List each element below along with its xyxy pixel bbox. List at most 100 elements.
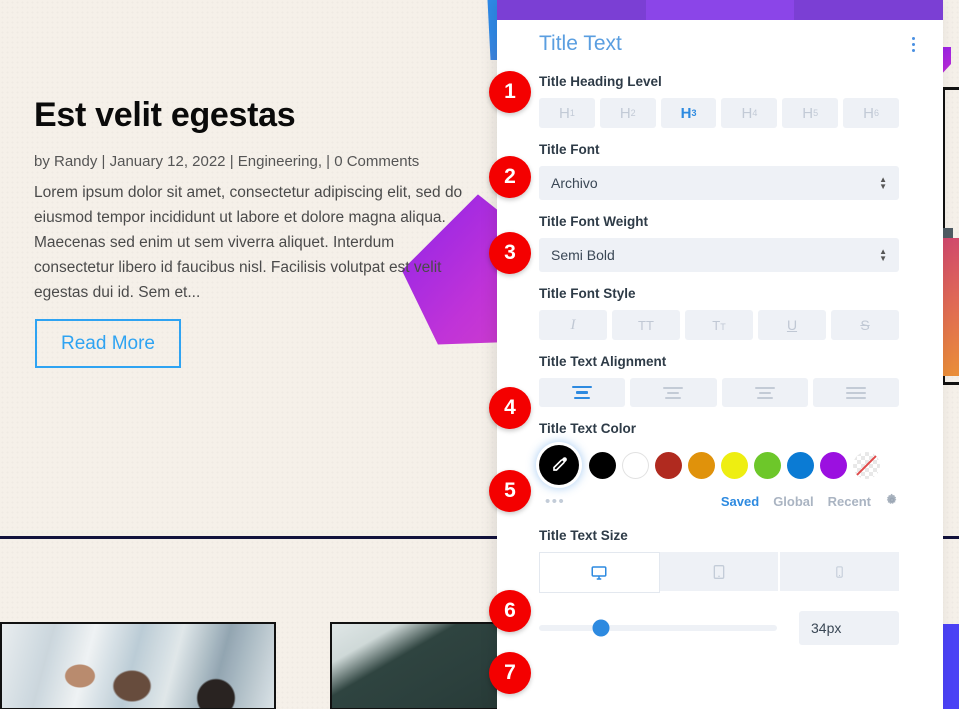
label-title-font-weight: Title Font Weight: [539, 214, 648, 229]
swatch-purple[interactable]: [820, 451, 847, 479]
underline-icon: U: [786, 317, 798, 333]
label-title-heading-level: Title Heading Level: [539, 74, 662, 89]
post-title: Est velit egestas: [34, 96, 296, 134]
label-title-text-alignment: Title Text Alignment: [539, 354, 667, 369]
text-size-slider-row: 34px: [539, 611, 899, 645]
h1-letter: H: [558, 104, 570, 122]
blog-post-preview: Est velit egestas by Randy | January 12,…: [34, 96, 464, 305]
heading-level-h5[interactable]: H5: [782, 98, 839, 128]
slider-handle[interactable]: [592, 619, 610, 637]
color-palette-footer: ••• Saved Global Recent: [539, 493, 899, 510]
more-dots-icon[interactable]: •••: [539, 493, 565, 510]
swatch-white[interactable]: [622, 451, 649, 479]
callout-badge-2: 2: [489, 156, 531, 198]
h2-letter: H: [619, 104, 631, 122]
smallcaps-icon: TT: [712, 317, 726, 333]
field-title-font-weight: Title Font Weight Semi Bold ▲ ▼: [539, 214, 899, 272]
tab-design[interactable]: [645, 0, 795, 20]
swatch-blue[interactable]: [787, 451, 814, 479]
heading-level-h2[interactable]: H2: [599, 98, 656, 128]
panel-title: Title Text: [539, 32, 622, 55]
swatch-dark-red[interactable]: [655, 451, 682, 479]
kebab-menu-icon[interactable]: [906, 35, 921, 54]
heading-level-h4[interactable]: H4: [721, 98, 778, 128]
font-style-smallcaps[interactable]: TT: [685, 310, 753, 340]
screenshot-root: Est velit egestas by Randy | January 12,…: [0, 0, 959, 709]
color-swatch-row: [539, 445, 899, 485]
callout-badge-5: 5: [489, 470, 531, 512]
swatch-yellow[interactable]: [721, 451, 748, 479]
device-phone-icon[interactable]: [780, 552, 900, 591]
align-center-icon[interactable]: [630, 378, 717, 407]
gear-icon[interactable]: [885, 493, 899, 510]
text-size-slider[interactable]: [539, 619, 777, 637]
palette-tab-saved[interactable]: Saved: [721, 494, 759, 509]
font-style-italic[interactable]: I: [539, 310, 607, 340]
h1-digit: 1: [569, 108, 575, 118]
callout-badge-1: 1: [489, 71, 531, 113]
align-right-icon[interactable]: [721, 378, 808, 407]
heading-level-h1[interactable]: H1: [539, 98, 595, 128]
h5-letter: H: [802, 104, 814, 122]
font-style-options: I TT TT U S: [539, 310, 899, 340]
eyedropper-icon[interactable]: [539, 445, 579, 485]
field-title-font-style: Title Font Style I TT TT U S: [539, 286, 899, 340]
callout-badge-4: 4: [489, 387, 531, 429]
title-font-value: Archivo: [551, 175, 598, 191]
module-settings-panel: Title Text Title Heading Level H1 H2 H3 …: [497, 0, 943, 709]
heading-level-h6[interactable]: H6: [843, 98, 899, 128]
h3-letter: H: [680, 104, 692, 122]
field-title-heading-level: Title Heading Level H1 H2 H3 H4 H5 H6: [539, 74, 899, 128]
read-more-button[interactable]: Read More: [35, 319, 181, 368]
font-style-underline[interactable]: U: [758, 310, 826, 340]
tab-advanced[interactable]: [794, 0, 943, 20]
strikethrough-icon: S: [860, 317, 870, 333]
italic-icon: I: [570, 316, 576, 333]
field-title-text-alignment: Title Text Alignment: [539, 354, 899, 407]
label-title-text-size: Title Text Size: [539, 528, 628, 543]
chevron-updown-icon: ▲ ▼: [879, 247, 887, 263]
callout-badge-7: 7: [489, 652, 531, 694]
field-title-font: Title Font Archivo ▲ ▼: [539, 142, 899, 200]
h5-digit: 5: [813, 108, 819, 118]
chevron-updown-icon: ▲ ▼: [879, 175, 887, 191]
swatch-black[interactable]: [589, 451, 616, 479]
field-title-text-size: Title Text Size 34px: [539, 528, 900, 645]
text-size-value-input[interactable]: 34px: [799, 611, 899, 645]
title-font-weight-value: Semi Bold: [551, 247, 615, 263]
device-tablet-icon[interactable]: [659, 552, 781, 591]
callout-badge-3: 3: [489, 232, 531, 274]
text-alignment-options: [539, 378, 899, 407]
swatch-none[interactable]: [853, 451, 880, 479]
h6-letter: H: [863, 104, 874, 122]
font-style-uppercase[interactable]: TT: [612, 310, 680, 340]
post-excerpt: Lorem ipsum dolor sit amet, consectetur …: [34, 183, 463, 302]
post-thumbnail-1[interactable]: [0, 622, 276, 709]
label-title-font-style: Title Font Style: [539, 286, 636, 301]
palette-tab-recent[interactable]: Recent: [828, 494, 871, 509]
swatch-orange[interactable]: [688, 451, 715, 479]
title-font-select[interactable]: Archivo ▲ ▼: [539, 166, 899, 200]
panel-body: Title Heading Level H1 H2 H3 H4 H5 H6 Ti…: [497, 74, 943, 645]
panel-header: Title Text: [497, 20, 943, 60]
title-font-weight-select[interactable]: Semi Bold ▲ ▼: [539, 238, 899, 272]
h2-digit: 2: [630, 108, 636, 118]
heading-level-options: H1 H2 H3 H4 H5 H6: [539, 98, 899, 128]
align-left-icon[interactable]: [539, 378, 626, 407]
thumbnail-image-people: [2, 624, 274, 708]
device-desktop-icon[interactable]: [539, 552, 660, 593]
h4-digit: 4: [752, 108, 758, 118]
swatch-green[interactable]: [754, 451, 781, 479]
h3-digit: 3: [691, 108, 697, 118]
align-justify-icon[interactable]: [812, 378, 899, 407]
callout-badge-6: 6: [489, 590, 531, 632]
font-style-strikethrough[interactable]: S: [831, 310, 899, 340]
palette-tab-global[interactable]: Global: [773, 494, 813, 509]
label-title-font: Title Font: [539, 142, 600, 157]
panel-tab-strip: [497, 0, 943, 20]
tab-content[interactable]: [497, 0, 646, 20]
uppercase-icon: TT: [638, 317, 654, 333]
h6-digit: 6: [873, 108, 879, 118]
heading-level-h3[interactable]: H3: [660, 98, 717, 128]
post-meta: by Randy | January 12, 2022 | Engineerin…: [34, 153, 420, 171]
